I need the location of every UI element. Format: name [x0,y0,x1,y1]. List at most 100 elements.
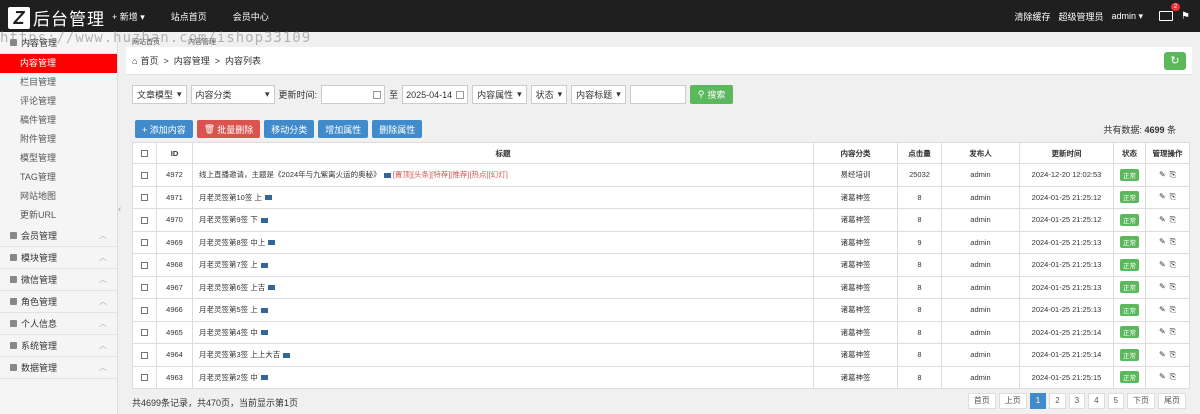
model-select[interactable]: 文章模型 ▾ [132,85,187,104]
title-select[interactable]: 内容标题 ▾ [571,85,626,104]
keyword-input[interactable] [629,85,686,104]
clear-cache-link[interactable]: 清除缓存 [1014,10,1050,23]
sidebar-item-content[interactable]: 内容管理 [0,54,117,73]
batch-delete-button[interactable]: 🗑 批量删除 [196,120,261,138]
sidebar-item-models[interactable]: 模型管理 [0,149,117,168]
status-select[interactable]: 状态 ▾ [530,85,568,104]
row-checkbox[interactable] [141,329,148,337]
page-first[interactable]: 首页 [967,393,996,409]
status-badge[interactable]: 正常 [1120,326,1139,339]
row-checkbox[interactable] [141,284,148,292]
date-to-input[interactable]: 2025-04-14 [402,85,469,104]
row-checkbox[interactable] [141,216,148,224]
select-all-checkbox[interactable] [141,150,148,158]
page-prev[interactable]: 上页 [998,393,1027,409]
row-title-link[interactable]: 月老灵签第8签 中上 [199,238,265,247]
copy-icon[interactable]: ⎘ [1170,282,1176,291]
tab-content[interactable]: 内容管理 [188,37,216,47]
sidebar-item-tags[interactable]: TAG管理 [0,168,117,187]
sidebar-group-data[interactable]: 数据管理 ︿ [0,357,117,379]
edit-icon[interactable]: ✎ [1159,305,1166,314]
category-select[interactable]: 内容分类 ▾ [190,85,275,104]
sidebar-group-role[interactable]: 角色管理 ︿ [0,291,117,313]
page-next[interactable]: 下页 [1127,393,1155,409]
edit-icon[interactable]: ✎ [1159,260,1166,269]
status-badge[interactable]: 正常 [1120,348,1139,361]
member-center-link[interactable]: 会员中心 [233,10,269,23]
copy-icon[interactable]: ⎘ [1170,350,1176,359]
mail-icon[interactable]: 2 [1159,3,1181,21]
search-button[interactable]: ⚲ 搜索 [689,85,734,104]
page-2[interactable]: 2 [1049,393,1066,409]
status-badge[interactable]: 正常 [1120,303,1139,316]
tab-home[interactable]: 网站首页 [132,37,160,47]
sidebar-item-update-url[interactable]: 更新URL [0,206,117,225]
sidebar-item-attachments[interactable]: 附件管理 [0,130,117,149]
status-badge[interactable]: 正常 [1120,168,1139,181]
status-badge[interactable]: 正常 [1120,236,1139,249]
flag-icon[interactable]: ⚑ [1181,11,1190,22]
copy-icon[interactable]: ⎘ [1170,327,1176,336]
page-4[interactable]: 4 [1088,393,1105,409]
refresh-button[interactable]: ↻ [1164,52,1186,70]
row-title-link[interactable]: 月老灵签第2签 中 [199,373,258,382]
sidebar-group-member[interactable]: 会员管理 ︿ [0,225,117,247]
date-from-input[interactable] [321,85,386,104]
row-checkbox[interactable] [141,374,148,382]
copy-icon[interactable]: ⎘ [1170,260,1176,269]
row-title-link[interactable]: 月老灵签第5签 上 [199,305,258,314]
status-badge[interactable]: 正常 [1120,191,1139,204]
edit-icon[interactable]: ✎ [1159,327,1166,336]
row-checkbox[interactable] [141,351,148,359]
logo[interactable]: Z 后台管理 [8,5,105,30]
sidebar-group-system[interactable]: 系统管理 ︿ [0,335,117,357]
sidebar-item-comments[interactable]: 评论管理 [0,92,117,111]
copy-icon[interactable]: ⎘ [1170,372,1176,381]
edit-icon[interactable]: ✎ [1159,192,1166,201]
status-badge[interactable]: 正常 [1120,281,1139,294]
sidebar-collapse-icon[interactable]: ‹ [118,195,126,225]
sidebar-group-profile[interactable]: 个人信息 ︿ [0,313,117,335]
copy-icon[interactable]: ⎘ [1170,237,1176,246]
copy-icon[interactable]: ⎘ [1170,215,1176,224]
delete-attr-button[interactable]: 删除属性 [372,120,423,138]
sidebar-group-content[interactable]: 内容管理 [0,32,117,54]
status-badge[interactable]: 正常 [1120,371,1139,384]
row-title-link[interactable]: 月老灵签第9签 下 [199,215,258,224]
sidebar-group-module[interactable]: 模块管理 ︿ [0,247,117,269]
edit-icon[interactable]: ✎ [1159,170,1166,179]
row-title-link[interactable]: 月老灵签第7签 上 [199,260,258,269]
row-checkbox[interactable] [141,306,148,314]
status-badge[interactable]: 正常 [1120,213,1139,226]
sidebar-item-sitemap[interactable]: 网站地图 [0,187,117,206]
copy-icon[interactable]: ⎘ [1170,170,1176,179]
edit-icon[interactable]: ✎ [1159,282,1166,291]
sidebar-group-wechat[interactable]: 微信管理 ︿ [0,269,117,291]
row-title-link[interactable]: 线上直播邀请，主题是《2024年与九紫离火运的奥秘》 [199,170,381,179]
row-checkbox[interactable] [141,261,148,269]
copy-icon[interactable]: ⎘ [1170,192,1176,201]
edit-icon[interactable]: ✎ [1159,372,1166,381]
copy-icon[interactable]: ⎘ [1170,305,1176,314]
status-badge[interactable]: 正常 [1120,258,1139,271]
row-title-link[interactable]: 月老灵签第6签 上吉 [199,283,265,292]
add-attr-button[interactable]: 增加属性 [318,120,369,138]
attr-select[interactable]: 内容属性 ▾ [472,85,527,104]
user-menu[interactable]: admin ▾ [1112,11,1144,22]
row-checkbox[interactable] [141,194,148,202]
edit-icon[interactable]: ✎ [1159,237,1166,246]
edit-icon[interactable]: ✎ [1159,215,1166,224]
row-checkbox[interactable] [141,171,148,179]
site-home-link[interactable]: 站点首页 [171,10,207,23]
edit-icon[interactable]: ✎ [1159,350,1166,359]
row-title-link[interactable]: 月老灵签第10签 上 [199,193,262,202]
page-1[interactable]: 1 [1029,393,1047,409]
new-menu[interactable]: + 新增 ▾ [112,10,145,23]
add-content-button[interactable]: + 添加内容 [135,120,193,138]
row-title-link[interactable]: 月老灵签第3签 上上大吉 [199,350,280,359]
page-5[interactable]: 5 [1107,393,1124,409]
sidebar-item-category[interactable]: 栏目管理 [0,73,117,92]
sidebar-item-drafts[interactable]: 稿件管理 [0,111,117,130]
page-3[interactable]: 3 [1068,393,1086,409]
page-last[interactable]: 尾页 [1158,393,1186,409]
